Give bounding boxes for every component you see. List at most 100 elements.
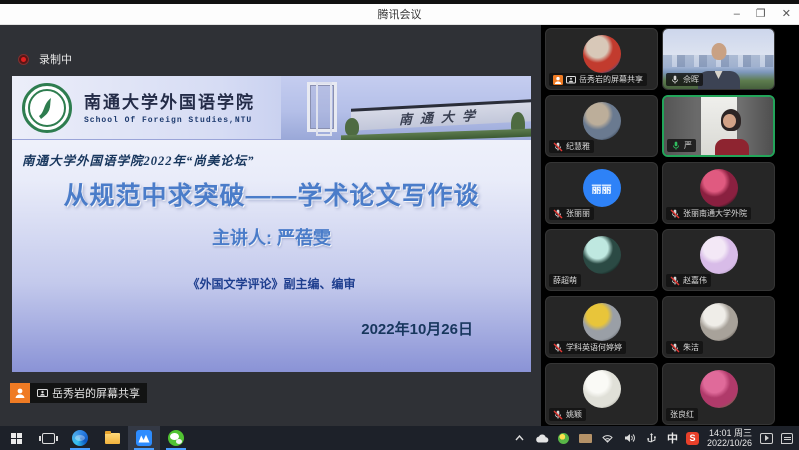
participant-name-label: 严 (667, 139, 696, 152)
participant-name-label: 张良红 (666, 408, 698, 421)
participant-name-label: 岳秀岩的屏幕共享 (549, 73, 647, 86)
window-titlebar[interactable]: 腾讯会议 – ❐ ✕ (0, 4, 799, 25)
screen-share-badge-icon (566, 75, 576, 85)
window-title: 腾讯会议 (378, 6, 422, 22)
speaker-title-line: 《外国文学评论》副主编、编审 (12, 275, 531, 292)
participant-name: 张良红 (670, 409, 694, 420)
participant-name: 学科英语何婷婷 (566, 342, 622, 353)
participant-avatar (700, 236, 738, 274)
presenter-icon (10, 383, 30, 403)
media-window-icon[interactable] (760, 433, 773, 444)
folder-icon (105, 433, 120, 444)
participant-name: 纪慧雅 (566, 141, 590, 152)
shared-screen-stage: 录制中 南通大学外国语学院 School Of Foreign Studies,… (0, 25, 541, 426)
participant-tile[interactable]: 岳秀岩的屏幕共享 (545, 28, 658, 90)
forum-subtitle: 南通大学外国语学院2022年“尚美论坛” (22, 150, 255, 169)
edge-taskbar-button[interactable] (64, 426, 96, 450)
mic-muted-icon (553, 142, 563, 152)
participant-name: 岳秀岩的屏幕共享 (579, 74, 643, 85)
participant-name: 赵嘉伟 (683, 275, 707, 286)
participant-tile[interactable]: 赵嘉伟 (662, 229, 775, 291)
participant-tile[interactable]: 张丽南通大学外院 (662, 162, 775, 224)
wechat-taskbar-button[interactable] (160, 426, 192, 450)
participant-name: 张丽丽 (566, 208, 590, 219)
input-method-indicator[interactable]: 中 (667, 430, 678, 446)
recording-label: 录制中 (39, 51, 72, 67)
participant-name-label: 张丽南通大学外院 (666, 207, 751, 220)
tree-icon (345, 118, 359, 136)
participant-name-label: 学科英语何婷婷 (549, 341, 626, 354)
participant-tile[interactable]: 丽丽张丽丽 (545, 162, 658, 224)
participant-avatar (700, 370, 738, 408)
system-tray: 中 S 14:01 周三 2022/10/26 (513, 426, 799, 450)
school-logo-icon (22, 83, 72, 133)
participant-tile[interactable]: 朱洁 (662, 296, 775, 358)
meeting-main-area: 录制中 南通大学外国语学院 School Of Foreign Studies,… (0, 25, 799, 426)
presenter-badge-icon (553, 75, 563, 85)
start-button[interactable] (0, 426, 32, 450)
participant-avatar (700, 303, 738, 341)
maximize-button[interactable]: ❐ (756, 4, 766, 25)
participant-name: 朱洁 (683, 342, 699, 353)
participant-avatar (583, 370, 621, 408)
participant-tile[interactable]: 学科英语何婷婷 (545, 296, 658, 358)
participant-tile[interactable]: 薛超萌 (545, 229, 658, 291)
participant-tile[interactable]: 张良红 (662, 363, 775, 425)
participant-name: 姚颖 (566, 409, 582, 420)
participant-avatar (583, 35, 621, 73)
participant-avatar (583, 303, 621, 341)
slide-date: 2022年10月26日 (361, 318, 473, 339)
edge-icon (72, 430, 88, 446)
participant-name-label: 朱洁 (666, 341, 703, 354)
desktop-screen: 腾讯会议 – ❐ ✕ 录制中 (0, 0, 799, 450)
speaker-line: 主讲人: 严蓓雯 (12, 224, 531, 250)
participant-name: 薛超萌 (553, 275, 577, 286)
participant-name-label: 纪慧雅 (549, 140, 594, 153)
recording-icon (18, 54, 29, 65)
presentation-slide: 南通大学外国语学院 School Of Foreign Studies,NTU … (12, 76, 531, 372)
participant-avatar (700, 169, 738, 207)
close-button[interactable]: ✕ (782, 4, 791, 25)
participant-name-label: 赵嘉伟 (666, 274, 711, 287)
clock-time: 14:01 周三 (707, 428, 752, 438)
task-view-button[interactable] (32, 426, 64, 450)
participant-name-label: 张丽丽 (549, 207, 594, 220)
slide-header-banner: 南通大学外国语学院 School Of Foreign Studies,NTU … (12, 76, 531, 140)
network-signal-icon[interactable] (601, 430, 615, 446)
volume-icon[interactable] (623, 430, 637, 446)
participant-tile[interactable]: 姚颖 (545, 363, 658, 425)
tencent-meeting-icon (136, 430, 152, 446)
mic-muted-icon (670, 209, 680, 219)
taskbar-clock[interactable]: 14:01 周三 2022/10/26 (707, 428, 752, 448)
file-explorer-button[interactable] (96, 426, 128, 450)
gate-structure (307, 82, 337, 132)
participant-name-label: 薛超萌 (549, 274, 581, 287)
minimize-button[interactable]: – (734, 4, 740, 25)
participant-avatar (583, 236, 621, 274)
participant-name: 严 (684, 140, 692, 151)
notification-center-icon[interactable] (781, 433, 793, 444)
participants-sidebar[interactable]: 岳秀岩的屏幕共享 佘晖纪慧雅 严丽丽张丽丽张丽南通大学外院薛超萌 赵嘉伟学科英语何婷婷… (541, 25, 799, 426)
school-name: 南通大学外国语学院 (84, 88, 255, 113)
participant-name: 张丽南通大学外院 (683, 208, 747, 219)
mic-icon (670, 75, 680, 85)
taskbar: 中 S 14:01 周三 2022/10/26 (0, 426, 799, 450)
participant-grid: 岳秀岩的屏幕共享 佘晖纪慧雅 严丽丽张丽丽张丽南通大学外院薛超萌 赵嘉伟学科英语何婷婷… (545, 28, 781, 425)
usb-eject-icon[interactable] (645, 430, 659, 446)
participant-name: 佘晖 (683, 74, 699, 85)
tray-folder-icon[interactable] (579, 430, 593, 446)
campus-gate-photo: 南通大学 (281, 76, 531, 140)
slide-title: 从规范中求突破——学术论文写作谈 (12, 176, 531, 212)
participant-tile[interactable]: 严 (662, 95, 775, 157)
cloud-icon[interactable] (535, 430, 549, 446)
mic-icon (671, 141, 681, 151)
sogou-input-icon[interactable]: S (686, 432, 699, 445)
screen-share-banner: 岳秀岩的屏幕共享 (10, 383, 147, 403)
tencent-meeting-button[interactable] (128, 426, 160, 450)
participant-tile[interactable]: 纪慧雅 (545, 95, 658, 157)
mic-muted-icon (553, 209, 563, 219)
participant-tile[interactable]: 佘晖 (662, 28, 775, 90)
clock-date: 2022/10/26 (707, 438, 752, 448)
antivirus-icon[interactable] (557, 430, 571, 446)
tray-expand-chevron-icon[interactable] (513, 430, 527, 446)
